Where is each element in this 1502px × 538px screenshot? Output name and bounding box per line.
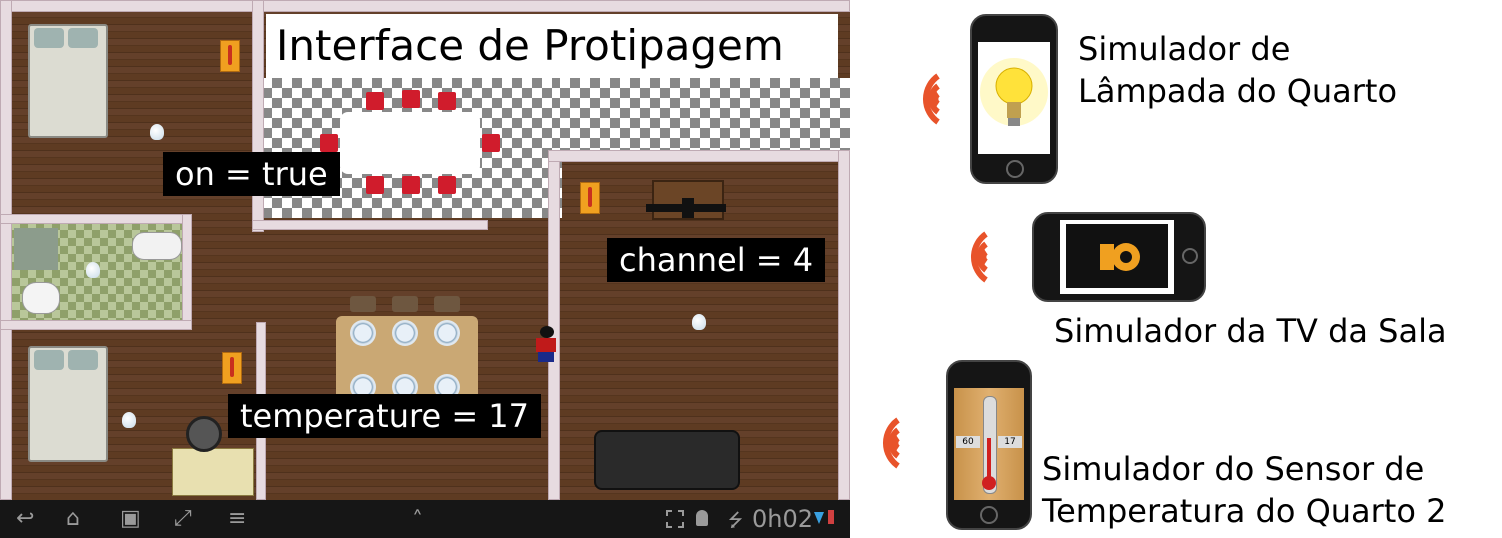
system-nav-bar: ↩ ⌂ ▣ ⤢ ≡ ˄ ⭍ 0h02 bbox=[0, 500, 850, 538]
clock: 0h02 bbox=[752, 505, 814, 533]
fullscreen-icon bbox=[666, 510, 684, 528]
dining-chair bbox=[438, 176, 456, 194]
thermostat-icon[interactable] bbox=[222, 352, 242, 384]
desk-chair bbox=[186, 416, 222, 452]
chair bbox=[392, 296, 418, 312]
light-bulb-icon bbox=[980, 58, 1048, 126]
wall-living-top bbox=[548, 150, 850, 162]
wall-bedroom1-right bbox=[252, 0, 264, 232]
wall-dining-bottom bbox=[252, 220, 488, 230]
thermometer-scale-left: 60 bbox=[956, 436, 980, 448]
lamp-caption-line1: Simulador de bbox=[1078, 30, 1291, 68]
lamp-simulator-phone[interactable] bbox=[970, 14, 1058, 184]
thermostat-icon bbox=[220, 40, 240, 72]
bed-1-pillow bbox=[68, 28, 98, 48]
toilet bbox=[22, 282, 60, 314]
plate bbox=[434, 320, 460, 346]
recent-apps-icon[interactable]: ▣ bbox=[120, 502, 141, 536]
temperature-sensor-phone[interactable]: 60 17 bbox=[946, 360, 1032, 530]
screenshot-icon[interactable]: ⤢ bbox=[174, 502, 192, 536]
thermostat-icon bbox=[580, 182, 600, 214]
dining-chair bbox=[482, 134, 500, 152]
wireless-signal-icon bbox=[971, 231, 989, 283]
usb-icon: ⭍ bbox=[728, 510, 743, 531]
dining-table bbox=[340, 112, 480, 174]
chevron-up-icon[interactable]: ˄ bbox=[412, 504, 423, 538]
sensor-screen: 60 17 bbox=[954, 388, 1024, 500]
player-character[interactable] bbox=[532, 326, 560, 364]
temperature-state-label: temperature = 17 bbox=[228, 394, 542, 438]
title-box: Interface de Protipagem bbox=[266, 14, 838, 78]
tv-caption: Simulador da TV da Sala bbox=[1054, 312, 1447, 350]
tv-base bbox=[682, 198, 694, 218]
sink bbox=[132, 232, 182, 260]
hall-tiles bbox=[560, 78, 850, 156]
bed-2-pillow bbox=[34, 350, 64, 370]
sensor-caption-line1: Simulador do Sensor de bbox=[1042, 450, 1425, 488]
battery-icon bbox=[828, 510, 834, 524]
dining-chair bbox=[438, 92, 456, 110]
dining-chair bbox=[402, 90, 420, 108]
menu-icon[interactable]: ≡ bbox=[228, 502, 246, 536]
plate bbox=[350, 320, 376, 346]
bed-2-pillow bbox=[68, 350, 98, 370]
home-button[interactable] bbox=[1182, 248, 1198, 264]
bedroom2-bulb-icon bbox=[122, 412, 136, 428]
lamp-state-label: on = true bbox=[163, 152, 340, 196]
wall-living-left bbox=[548, 150, 560, 500]
android-icon bbox=[696, 510, 708, 526]
wifi-icon bbox=[814, 512, 824, 524]
tv-display bbox=[1066, 224, 1168, 288]
desk bbox=[172, 448, 254, 496]
wall-bathroom-bottom bbox=[0, 320, 192, 330]
tv-screen bbox=[1060, 220, 1174, 294]
wall-right bbox=[838, 150, 850, 500]
thermometer-bulb bbox=[982, 476, 996, 490]
prototype-title: Interface de Protipagem bbox=[276, 21, 784, 70]
wireless-signal-icon bbox=[923, 73, 941, 125]
wall-bathroom-top bbox=[0, 214, 192, 224]
living-bulb-icon bbox=[692, 314, 706, 330]
dining-chair bbox=[402, 176, 420, 194]
home-button[interactable] bbox=[1006, 160, 1024, 178]
back-icon[interactable]: ↩ bbox=[16, 502, 34, 536]
chair bbox=[350, 296, 376, 312]
lamp-caption-line2: Lâmpada do Quarto bbox=[1078, 72, 1398, 110]
dining-chair bbox=[366, 92, 384, 110]
wall-top bbox=[0, 0, 850, 12]
sofa bbox=[594, 430, 740, 490]
plate bbox=[392, 320, 418, 346]
tv-simulator-phone[interactable] bbox=[1032, 212, 1206, 302]
bathroom-bulb-icon bbox=[86, 262, 100, 278]
sensor-caption-line2: Temperatura do Quarto 2 bbox=[1042, 492, 1447, 530]
wireless-signal-icon bbox=[883, 417, 901, 469]
home-button[interactable] bbox=[980, 506, 998, 524]
bed-1-pillow bbox=[34, 28, 64, 48]
lamp-screen bbox=[978, 42, 1050, 154]
home-icon[interactable]: ⌂ bbox=[66, 502, 80, 536]
bedroom1-bulb-icon[interactable] bbox=[150, 124, 164, 140]
thermometer-scale-right: 17 bbox=[998, 436, 1022, 448]
prototype-floorplan: Interface de Protipagem on = true channe… bbox=[0, 0, 850, 538]
chair bbox=[434, 296, 460, 312]
wall-bathroom-right bbox=[182, 214, 192, 326]
shower bbox=[14, 228, 58, 270]
tv-channel-logo-icon bbox=[1100, 243, 1140, 271]
dining-chair bbox=[366, 176, 384, 194]
tv-state-label: channel = 4 bbox=[607, 238, 826, 282]
dining-chair bbox=[320, 134, 338, 152]
wall-left bbox=[0, 0, 12, 500]
